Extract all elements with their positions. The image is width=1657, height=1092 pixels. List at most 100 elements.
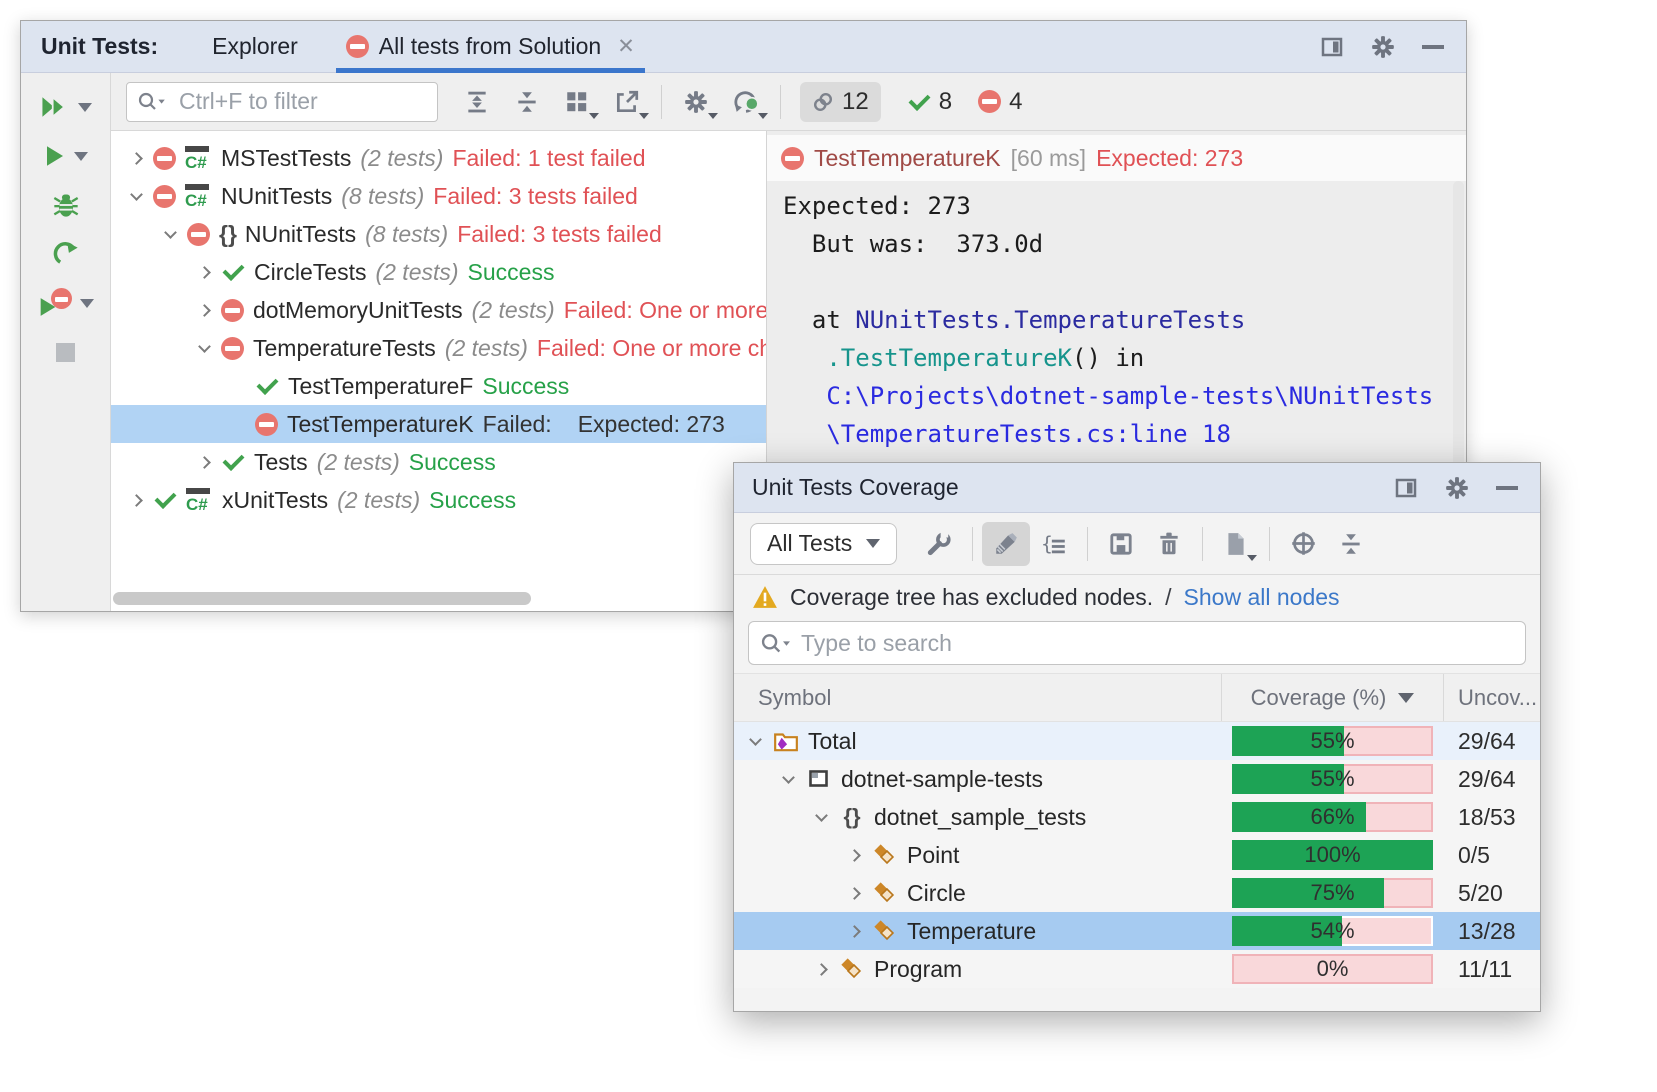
coverage-row-dotnet-sample-tests-namespace[interactable]: {} dotnet_sample_tests 66% 18/53 [734, 798, 1540, 836]
failed-tests-count[interactable]: 4 [978, 88, 1022, 116]
horizontal-scrollbar[interactable] [113, 592, 531, 605]
search-icon [758, 631, 792, 657]
settings-wrench-button[interactable] [915, 522, 963, 566]
history-icon [732, 88, 760, 116]
layout-icon[interactable] [1394, 476, 1418, 500]
chevron-right-icon[interactable] [839, 927, 869, 936]
coverage-toolbar: All Tests { [734, 513, 1540, 575]
tree-row-circletests[interactable]: CircleTests (2 tests) Success [111, 253, 766, 291]
coverage-row-total[interactable]: Total 55% 29/64 [734, 722, 1540, 760]
chevron-right-icon[interactable] [187, 268, 221, 277]
scope-dropdown[interactable]: All Tests [750, 523, 897, 565]
debug-tests-button[interactable] [27, 185, 105, 225]
column-header-coverage[interactable]: Coverage (%) [1221, 674, 1444, 721]
chevron-down-icon[interactable] [119, 194, 153, 199]
export-report-button[interactable] [1212, 522, 1260, 566]
coverage-row-point[interactable]: Point 100% 0/5 [734, 836, 1540, 874]
stop-button[interactable] [27, 332, 105, 372]
options-button[interactable] [671, 80, 721, 124]
chevron-right-icon[interactable] [187, 306, 221, 315]
coverage-row-circle[interactable]: Circle 75% 5/20 [734, 874, 1540, 912]
dropdown-caret-icon[interactable] [78, 103, 92, 112]
run-tests-button[interactable] [27, 136, 105, 176]
gear-icon[interactable] [1370, 34, 1396, 60]
rerun-failed-tests-button[interactable] [27, 283, 105, 323]
coverage-bar: 55% [1232, 726, 1433, 756]
coverage-row-program[interactable]: Program 0% 11/11 [734, 950, 1540, 988]
tree-row-testtemperaturef[interactable]: TestTemperatureF Success [111, 367, 766, 405]
dropdown-caret-icon [866, 539, 880, 548]
failed-status-icon [255, 413, 278, 436]
column-header-uncovered[interactable]: Uncov... [1444, 685, 1540, 711]
coverage-table-header: Symbol Coverage (%) Uncov... [734, 673, 1540, 722]
chevron-right-icon[interactable] [119, 154, 153, 163]
save-snapshot-button[interactable] [1097, 522, 1145, 566]
passed-check-icon [907, 90, 931, 114]
stop-square-icon [56, 343, 75, 362]
group-by-button[interactable] [552, 80, 602, 124]
tree-row-nunittests-namespace[interactable]: {} NUnitTests (8 tests) Failed: 3 tests … [111, 215, 766, 253]
chevron-right-icon[interactable] [806, 965, 836, 974]
history-button[interactable] [721, 80, 771, 124]
passed-tests-count[interactable]: 8 [907, 88, 952, 116]
tree-row-xunittests[interactable]: C# xUnitTests (2 tests) Success [111, 481, 766, 519]
navigate-to-coverage-button[interactable] [1279, 522, 1327, 566]
tree-row-nunittests-project[interactable]: C# NUnitTests (8 tests) Failed: 3 tests … [111, 177, 766, 215]
class-icon [869, 919, 901, 943]
tab-all-tests-from-solution[interactable]: All tests from Solution ✕ [336, 21, 645, 73]
filter-input[interactable] [126, 82, 438, 122]
class-icon [836, 957, 868, 981]
chevron-down-icon[interactable] [740, 739, 770, 744]
class-icon [869, 843, 901, 867]
chevron-right-icon[interactable] [187, 458, 221, 467]
source-file-link[interactable]: C:\Projects\dotnet-sample-tests\NUnitTes… [783, 382, 1433, 410]
uncovered-value: 29/64 [1444, 766, 1540, 793]
solution-snapshot-icon [770, 729, 802, 753]
close-tab-icon[interactable]: ✕ [617, 34, 635, 59]
show-all-nodes-link[interactable]: Show all nodes [1184, 584, 1340, 611]
tree-row-testtemperaturek[interactable]: TestTemperatureK Failed: Expected: 273 [111, 405, 766, 443]
tree-row-tests[interactable]: Tests (2 tests) Success [111, 443, 766, 481]
source-line-link[interactable]: \TemperatureTests.cs:line 18 [783, 420, 1231, 448]
chevron-right-icon[interactable] [119, 496, 153, 505]
tab-label: Explorer [212, 33, 298, 60]
minimize-icon[interactable] [1496, 486, 1518, 490]
uncovered-value: 13/28 [1444, 918, 1540, 945]
collapse-all-button[interactable] [1327, 522, 1375, 566]
passed-check-icon [255, 374, 279, 398]
tree-row-dotmemoryunittests[interactable]: dotMemoryUnitTests (2 tests) Failed: One… [111, 291, 766, 329]
delete-snapshot-button[interactable] [1145, 522, 1193, 566]
chevron-down-icon[interactable] [806, 815, 836, 820]
chevron-down-icon[interactable] [187, 346, 221, 351]
dropdown-caret-icon[interactable] [74, 152, 88, 161]
tree-row-mstesttests[interactable]: C# MSTestTests (2 tests) Failed: 1 test … [111, 139, 766, 177]
chevron-down-icon[interactable] [773, 777, 803, 782]
export-icon [614, 89, 640, 115]
chevron-right-icon[interactable] [839, 889, 869, 898]
minimize-icon[interactable] [1422, 45, 1444, 49]
highlight-code-button[interactable] [982, 522, 1030, 566]
tab-explorer[interactable]: Explorer [202, 21, 308, 73]
layout-icon[interactable] [1320, 35, 1344, 59]
coverage-row-temperature[interactable]: Temperature 54% 13/28 [734, 912, 1540, 950]
toolbar-separator [1269, 527, 1270, 561]
dropdown-caret-icon[interactable] [80, 299, 94, 308]
repeat-tests-button[interactable] [27, 234, 105, 274]
show-code-structure-button[interactable]: { [1030, 522, 1078, 566]
run-icon [44, 144, 66, 168]
coverage-search-input[interactable] [748, 621, 1526, 665]
gear-icon[interactable] [1444, 475, 1470, 501]
collapse-all-button[interactable] [502, 80, 552, 124]
failed-status-icon [221, 337, 244, 360]
chevron-right-icon[interactable] [839, 851, 869, 860]
chevron-down-icon[interactable] [153, 232, 187, 237]
expand-all-button[interactable] [452, 80, 502, 124]
coverage-row-dotnet-sample-tests[interactable]: dotnet-sample-tests 55% 29/64 [734, 760, 1540, 798]
run-all-tests-button[interactable] [27, 87, 105, 127]
tree-row-temperaturetests[interactable]: TemperatureTests (2 tests) Failed: One o… [111, 329, 766, 367]
warning-text: Coverage tree has excluded nodes. [790, 584, 1153, 611]
total-tests-count[interactable]: 12 [800, 82, 881, 122]
column-header-symbol[interactable]: Symbol [734, 685, 1221, 711]
failed-overlay-icon [51, 288, 72, 309]
export-button[interactable] [602, 80, 652, 124]
